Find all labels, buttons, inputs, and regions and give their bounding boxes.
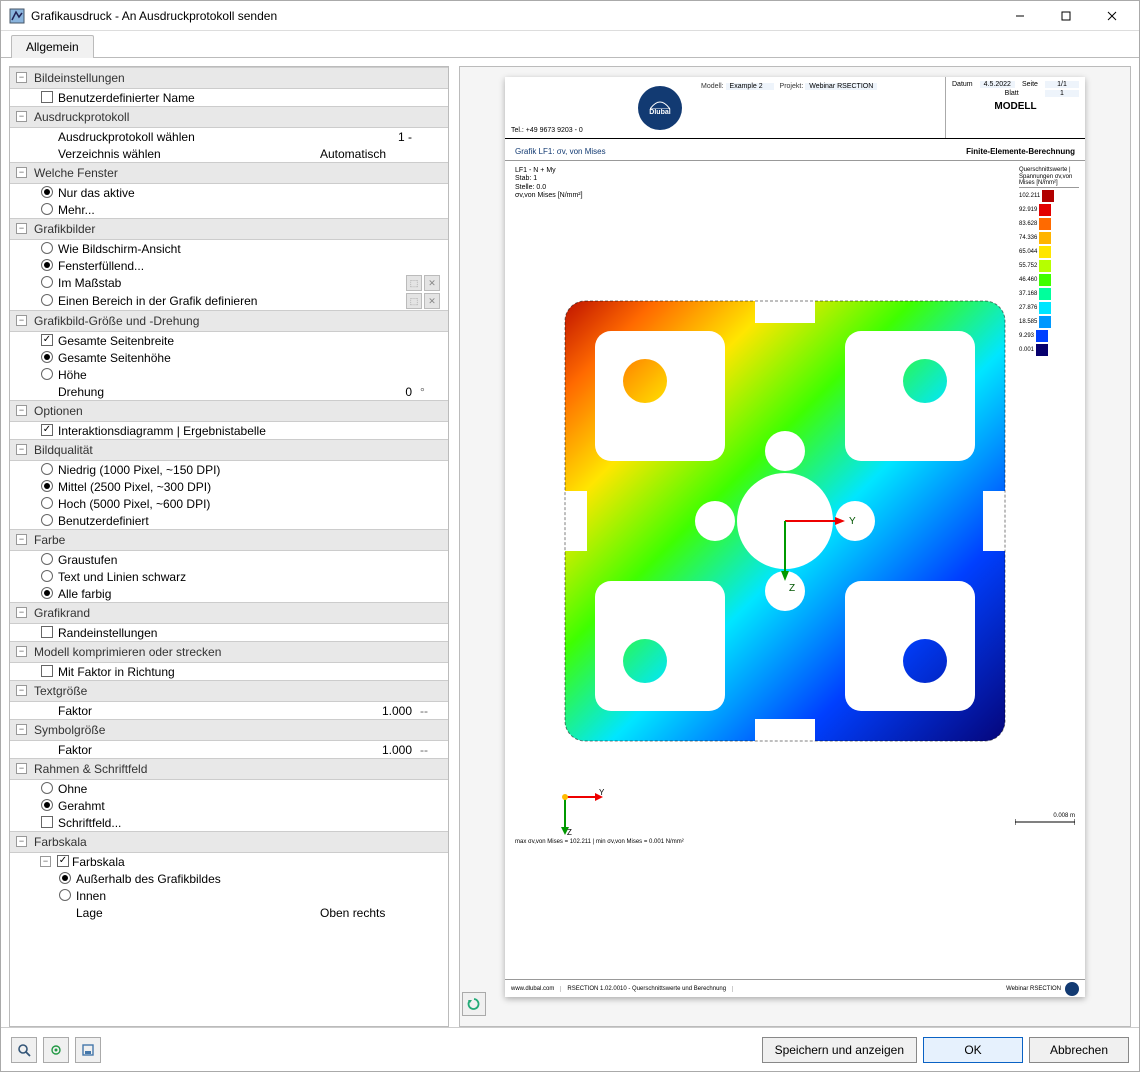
refresh-button[interactable] [462,992,486,1016]
gear-icon [49,1043,63,1057]
settings-tree[interactable]: −Bildeinstellungen Benutzerdefinierter N… [10,67,448,1026]
graphic-area: LF1 - N + My Stab: 1 Stelle: 0.0 σv,von … [505,161,1085,881]
group-rahmen[interactable]: −Rahmen & Schriftfeld [10,758,448,780]
opt-scale-inside[interactable]: Innen [10,887,448,904]
opt-mehr[interactable]: Mehr... [10,201,448,218]
dlubal-logo: Dlubal [638,86,682,130]
color-legend: Querschnittswerte | Spannungen σv,von Mi… [1019,167,1079,357]
group-farbe[interactable]: −Farbe [10,529,448,551]
radio[interactable] [41,186,53,198]
svg-text:Z: Z [789,583,795,594]
group-komprimieren[interactable]: −Modell komprimieren oder strecken [10,641,448,663]
opt-scale-pos[interactable]: LageOben rechts [10,904,448,921]
titlebar: Grafikausdruck - An Ausdruckprotokoll se… [1,1,1139,31]
opt-farbskala-cb[interactable]: −Farbskala [10,853,448,870]
save-icon [81,1043,95,1057]
opt-height[interactable]: Höhe [10,366,448,383]
opt-bildschirm[interactable]: Wie Bildschirm-Ansicht [10,240,448,257]
opt-full-height[interactable]: Gesamte Seitenhöhe [10,349,448,366]
tab-bar: Allgemein [1,31,1139,57]
opt-massstab[interactable]: Im Maßstab ⬚✕ [10,274,448,292]
group-grafikbilder[interactable]: −Grafikbilder [10,218,448,240]
hdr-right: Datum4.5.2022Seite1/1 Blatt1 MODELL [945,77,1085,138]
refresh-icon [467,997,481,1011]
opt-ohne[interactable]: Ohne [10,780,448,797]
opt-gerahmt[interactable]: Gerahmt [10,797,448,814]
cross-section-graphic: Y Z [555,291,1015,751]
cancel-button[interactable]: Abbrechen [1029,1037,1129,1063]
save-and-show-button[interactable]: Speichern und anzeigen [762,1037,917,1063]
opt-scale-outside[interactable]: Außerhalb des Grafikbildes [10,870,448,887]
graphic-annotation: LF1 - N + My Stab: 1 Stelle: 0.0 σv,von … [515,167,583,201]
opt-qual-custom[interactable]: Benutzerdefiniert [10,512,448,529]
settings-button[interactable] [43,1037,69,1063]
ok-button[interactable]: OK [923,1037,1023,1063]
region-clear-icon[interactable]: ✕ [424,293,440,309]
content-area: −Bildeinstellungen Benutzerdefinierter N… [1,57,1139,1027]
close-button[interactable] [1089,1,1135,31]
graphic-footline: max σv,von Mises = 102.211 | min σv,von … [515,839,684,845]
opt-protokoll-select[interactable]: Ausdruckprotokoll wählen1 - [10,128,448,145]
group-ausdruckprotokoll[interactable]: −Ausdruckprotokoll [10,106,448,128]
checkbox[interactable] [41,91,53,103]
opt-faktor-richtung[interactable]: Mit Faktor in Richtung [10,663,448,680]
group-farbskala[interactable]: −Farbskala [10,831,448,853]
app-icon [9,8,25,24]
group-grafikrand[interactable]: −Grafikrand [10,602,448,624]
opt-nur-aktive[interactable]: Nur das aktive [10,184,448,201]
opt-fensterfuellend[interactable]: Fensterfüllend... [10,257,448,274]
zoom-out-icon[interactable]: ✕ [424,275,440,291]
preview-panel: Tel.: +49 9673 9203 - 0 Dlubal Modell: E… [459,66,1131,1027]
magnifier-icon [17,1043,31,1057]
opt-custom-name[interactable]: Benutzerdefinierter Name [10,89,448,106]
save-settings-button[interactable] [75,1037,101,1063]
scale-bar: 0.008 m [1015,813,1075,827]
opt-alle-farbig[interactable]: Alle farbig [10,585,448,602]
preview-scroll[interactable]: Tel.: +49 9673 9203 - 0 Dlubal Modell: E… [460,67,1130,1026]
opt-verzeichnis[interactable]: Verzeichnis wählenAutomatisch [10,145,448,162]
radio[interactable] [41,203,53,215]
group-textgroesse[interactable]: −Textgröße [10,680,448,702]
group-symbolgroesse[interactable]: −Symbolgröße [10,719,448,741]
help-button[interactable] [11,1037,37,1063]
opt-schriftfeld[interactable]: Schriftfeld... [10,814,448,831]
opt-rotation[interactable]: Drehung0° [10,383,448,400]
group-bildeinstellungen[interactable]: −Bildeinstellungen [10,67,448,89]
page-footer: www.dlubal.com RSECTION 1.02.0010 - Quer… [505,979,1085,997]
group-bildqualitaet[interactable]: −Bildqualität [10,439,448,461]
opt-full-width[interactable]: Gesamte Seitenbreite [10,332,448,349]
window-title: Grafikausdruck - An Ausdruckprotokoll se… [31,9,997,23]
opt-bereich[interactable]: Einen Bereich in der Grafik definieren ⬚… [10,292,448,310]
group-options[interactable]: −Optionen [10,400,448,422]
print-page: Tel.: +49 9673 9203 - 0 Dlubal Modell: E… [505,77,1085,997]
svg-text:Y: Y [849,516,856,527]
subtitle-right: Finite-Elemente-Berechnung [966,147,1075,156]
opt-qual-mid[interactable]: Mittel (2500 Pixel, ~300 DPI) [10,478,448,495]
axes-indicator: Y Z [555,787,605,837]
opt-symbol-faktor[interactable]: Faktor1.000-- [10,741,448,758]
opt-qual-high[interactable]: Hoch (5000 Pixel, ~600 DPI) [10,495,448,512]
svg-text:Y: Y [599,788,605,797]
footer-bar: Speichern und anzeigen OK Abbrechen [1,1027,1139,1071]
opt-textlinien-schwarz[interactable]: Text und Linien schwarz [10,568,448,585]
settings-panel: −Bildeinstellungen Benutzerdefinierter N… [9,66,449,1027]
zoom-in-icon[interactable]: ⬚ [406,275,422,291]
tab-general[interactable]: Allgemein [11,35,94,58]
header-tel: Tel.: +49 9673 9203 - 0 [505,77,625,138]
group-size-rotation[interactable]: −Grafikbild-Größe und -Drehung [10,310,448,332]
subtitle-left: Grafik LF1: σv, von Mises [515,147,606,156]
hdr-project: Projekt: Webinar RSECTION [780,83,878,132]
opt-graustufen[interactable]: Graustufen [10,551,448,568]
opt-text-faktor[interactable]: Faktor1.000-- [10,702,448,719]
opt-randeinstellungen[interactable]: Randeinstellungen [10,624,448,641]
opt-qual-low[interactable]: Niedrig (1000 Pixel, ~150 DPI) [10,461,448,478]
opt-diagram[interactable]: Interaktionsdiagramm | Ergebnistabelle [10,422,448,439]
dialog-window: Grafikausdruck - An Ausdruckprotokoll se… [0,0,1140,1072]
svg-text:Z: Z [567,828,572,837]
maximize-button[interactable] [1043,1,1089,31]
minimize-button[interactable] [997,1,1043,31]
group-welche-fenster[interactable]: −Welche Fenster [10,162,448,184]
hdr-model: Modell: Example 2 [701,83,774,132]
region-pick-icon[interactable]: ⬚ [406,293,422,309]
